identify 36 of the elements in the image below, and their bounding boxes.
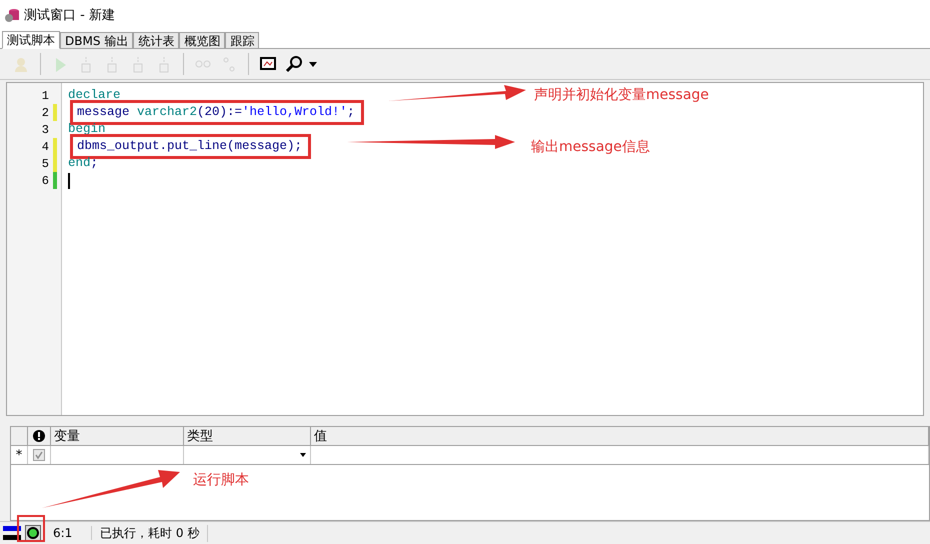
glasses-icon [194, 60, 212, 68]
refresh-icon[interactable] [25, 525, 41, 541]
line-number: 5 [42, 156, 49, 170]
toolbar-button[interactable] [283, 53, 305, 75]
tab[interactable]: 测试脚本 [2, 31, 60, 49]
tab[interactable]: DBMS 输出 [60, 32, 134, 48]
tab[interactable]: 统计表 [133, 32, 180, 48]
column-header[interactable]: 值 [311, 427, 929, 445]
search-icon [285, 55, 303, 73]
column-header[interactable]: 类型 [184, 427, 311, 445]
line-number: 2 [42, 106, 49, 120]
caret-icon [300, 453, 306, 457]
tab[interactable]: 跟踪 [225, 32, 260, 48]
annotation-label: 声明并初始化变量message [534, 86, 709, 104]
annotation-label: 运行脚本 [193, 471, 249, 489]
database-icon [4, 7, 20, 23]
highlight-frame [17, 515, 45, 542]
caret-icon[interactable] [309, 62, 317, 66]
tab[interactable]: 概览图 [179, 32, 226, 48]
code-line: end; [68, 156, 98, 171]
line-number: 6 [42, 174, 49, 188]
window-title: 测试窗口 - 新建 [24, 7, 115, 24]
monitor-icon [259, 55, 277, 73]
code-line: begin [68, 122, 106, 137]
line-number: 3 [42, 122, 49, 136]
cursor-position: 6:1 [45, 526, 92, 540]
line-number: 1 [42, 88, 49, 102]
annotation-label: 输出message信息 [531, 138, 650, 156]
checkbox[interactable] [33, 449, 45, 461]
code-line: declare [68, 88, 121, 103]
flag-icon [3, 525, 21, 541]
status-message: 已执行，耗时 0 秒 [92, 524, 208, 542]
info-icon [33, 430, 45, 442]
people-icon [12, 55, 30, 73]
column-header[interactable]: 变量 [51, 427, 184, 445]
line-number: 4 [42, 140, 49, 154]
